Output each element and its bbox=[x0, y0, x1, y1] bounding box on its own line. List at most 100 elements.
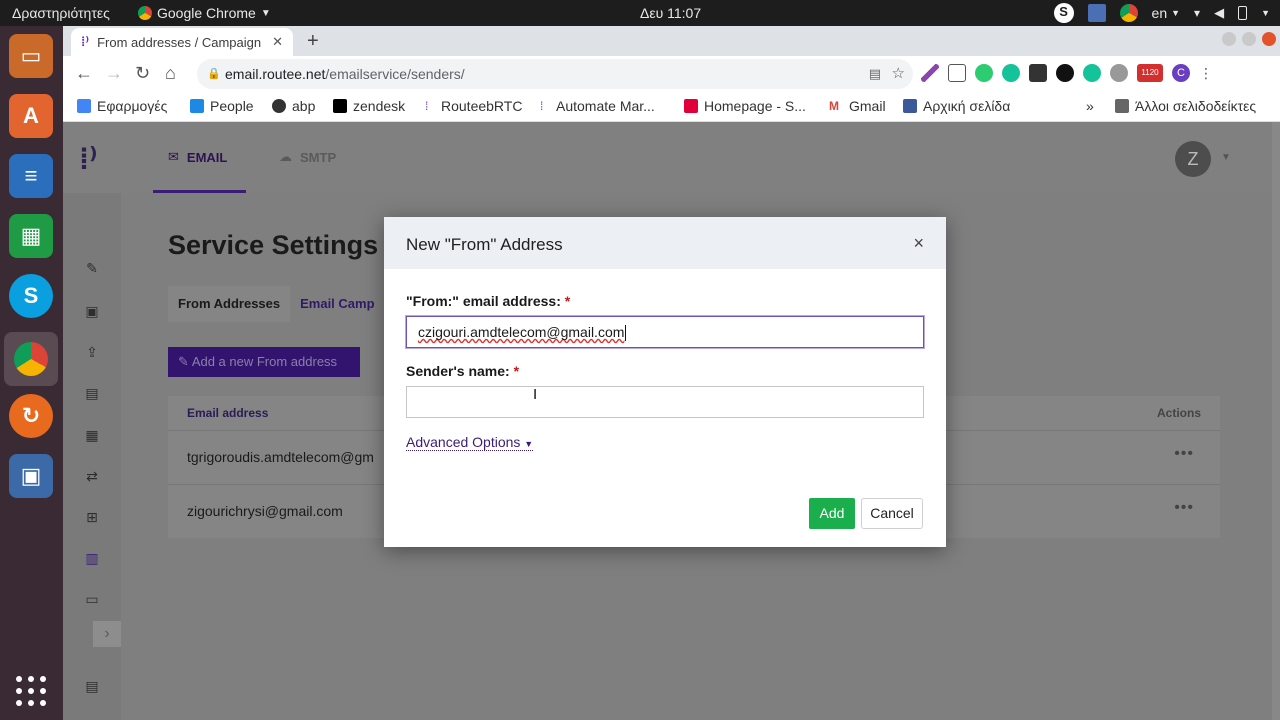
mail-extension-icon[interactable] bbox=[948, 64, 966, 82]
bookmark-item[interactable]: ⁞ Automate Mar... bbox=[540, 98, 655, 114]
nav-smtp[interactable]: ☁ SMTP bbox=[279, 149, 336, 165]
back-icon[interactable]: ← bbox=[75, 63, 93, 84]
software-center-icon[interactable]: A bbox=[9, 94, 53, 138]
add-box-icon[interactable]: ⊞ bbox=[83, 509, 101, 527]
text-cursor bbox=[625, 325, 627, 342]
lock-icon[interactable]: 🔒 bbox=[207, 59, 221, 89]
bookmark-item[interactable]: Εφαρμογές bbox=[77, 98, 167, 114]
profile-avatar[interactable]: C bbox=[1172, 64, 1190, 82]
automation-icon[interactable]: ⇄ bbox=[83, 468, 101, 486]
upload-icon[interactable]: ⇪ bbox=[83, 344, 101, 362]
expand-sidebar-button[interactable]: › bbox=[93, 621, 121, 647]
column-email: Email address bbox=[187, 406, 269, 420]
from-email-field[interactable]: czigouri.amdtelecom@gmail.com bbox=[406, 316, 924, 348]
advanced-options-label: Advanced Options bbox=[406, 434, 521, 450]
skype-tray-icon[interactable]: S bbox=[1053, 3, 1074, 23]
badge-extension-icon[interactable]: 1120 bbox=[1137, 64, 1163, 82]
nav-email-label: EMAIL bbox=[186, 149, 228, 165]
chrome-app-icon[interactable] bbox=[4, 332, 58, 386]
bookmark-item[interactable]: M Gmail bbox=[829, 98, 886, 114]
chevron-down-icon[interactable]: ▼ bbox=[1261, 8, 1270, 18]
sender-name-label: Sender's name: * bbox=[406, 363, 519, 379]
translate-icon[interactable]: ▤ bbox=[869, 59, 881, 89]
sender-email: zigourichrysi@gmail.com bbox=[187, 503, 343, 519]
cancel-button[interactable]: Cancel bbox=[861, 498, 923, 529]
lt-extension-icon[interactable] bbox=[1029, 64, 1047, 82]
home-icon[interactable]: ⌂ bbox=[165, 63, 176, 84]
nav-email[interactable]: ✉ EMAIL bbox=[168, 149, 227, 165]
wallet-icon[interactable]: ▭ bbox=[83, 591, 101, 609]
forward-icon[interactable]: → bbox=[105, 63, 123, 84]
grammarly-alt-icon[interactable] bbox=[1083, 64, 1101, 82]
close-icon[interactable]: × bbox=[913, 233, 924, 254]
routee-logo[interactable]: ⁞⁾ bbox=[79, 142, 98, 177]
calendar-icon[interactable]: ▦ bbox=[83, 427, 101, 445]
chrome-tray-icon[interactable] bbox=[1119, 4, 1138, 22]
browser-tab[interactable]: ⁞⁾ From addresses / Campaign ✕ bbox=[71, 28, 293, 56]
bookmark-item[interactable]: abp bbox=[272, 98, 315, 114]
close-window-button[interactable] bbox=[1262, 32, 1276, 46]
update-app-icon[interactable]: ↻ bbox=[9, 394, 53, 438]
chevron-down-icon[interactable]: ▼ bbox=[1221, 152, 1231, 163]
app-menu[interactable]: Google Chrome ▼ bbox=[138, 5, 271, 21]
row-actions-button[interactable]: ••• bbox=[1174, 499, 1194, 517]
add-button[interactable]: Add bbox=[809, 498, 855, 529]
files-app-icon[interactable]: ▭ bbox=[9, 34, 53, 78]
wifi-icon[interactable]: ▾ bbox=[1194, 6, 1200, 20]
bookmark-item[interactable]: People bbox=[190, 98, 254, 114]
add-from-address-button[interactable]: ✎ Add a new From address bbox=[168, 347, 360, 377]
sender-email: tgrigoroudis.amdtelecom@gm bbox=[187, 449, 374, 465]
bookmark-item[interactable]: Αρχική σελίδα bbox=[903, 98, 1010, 114]
tab-from-addresses[interactable]: From Addresses bbox=[168, 286, 291, 322]
reload-icon[interactable]: ↻ bbox=[135, 63, 150, 84]
bookmark-label: People bbox=[210, 98, 254, 114]
gmail-icon: M bbox=[829, 99, 843, 113]
more-bookmarks-button[interactable]: » bbox=[1086, 98, 1094, 114]
settings-icon[interactable]: ▥ bbox=[83, 550, 101, 568]
minimize-button[interactable] bbox=[1222, 32, 1236, 46]
contacts-icon[interactable]: ▣ bbox=[83, 303, 101, 321]
address-bar[interactable]: 🔒 email.routee.net/emailservice/senders/… bbox=[197, 59, 913, 89]
system-tray: S en ▼ ▾ ◀ ▼ bbox=[1053, 3, 1270, 23]
w-extension-icon[interactable] bbox=[1056, 64, 1074, 82]
app-menu-label: Google Chrome bbox=[157, 5, 256, 21]
grammarly-icon[interactable] bbox=[1002, 64, 1020, 82]
calc-app-icon[interactable]: ▦ bbox=[9, 214, 53, 258]
maximize-button[interactable] bbox=[1242, 32, 1256, 46]
bookmark-label: abp bbox=[292, 98, 316, 114]
battery-icon[interactable] bbox=[1238, 6, 1248, 20]
screenshot-app-icon[interactable]: ▣ bbox=[9, 454, 53, 498]
edit-icon[interactable]: ✎ bbox=[83, 260, 101, 278]
row-actions-button[interactable]: ••• bbox=[1174, 445, 1194, 463]
close-tab-icon[interactable]: ✕ bbox=[272, 34, 283, 50]
skype-app-icon[interactable]: S bbox=[9, 274, 53, 318]
tab-email-campaign[interactable]: Email Camp bbox=[290, 286, 384, 322]
activities-button[interactable]: Δραστηριότητες bbox=[12, 5, 110, 21]
circle-extension-icon[interactable] bbox=[1110, 64, 1128, 82]
check-extension-icon[interactable] bbox=[975, 64, 993, 82]
pen-extension-icon[interactable] bbox=[921, 64, 939, 82]
homepage-icon bbox=[684, 99, 698, 113]
clock[interactable]: Δευ 11:07 bbox=[640, 5, 701, 21]
language-indicator[interactable]: en bbox=[1152, 5, 1168, 21]
sender-name-field[interactable] bbox=[406, 386, 924, 418]
menu-icon[interactable]: ⋮ bbox=[1199, 64, 1213, 82]
bookmark-item[interactable]: ⁞ RouteebRTC bbox=[425, 98, 522, 114]
bookmark-star-icon[interactable]: ☆ bbox=[892, 59, 905, 89]
advanced-options-toggle[interactable]: Advanced Options ▼ bbox=[406, 434, 534, 451]
briefcase-icon[interactable]: ▤ bbox=[83, 678, 101, 696]
volume-icon[interactable]: ◀ bbox=[1214, 5, 1224, 21]
page-scrollbar[interactable] bbox=[1272, 122, 1280, 720]
screenshot-tray-icon[interactable] bbox=[1087, 4, 1106, 22]
user-avatar[interactable]: Z bbox=[1175, 141, 1211, 177]
bookmark-item[interactable]: Homepage - S... bbox=[684, 98, 806, 114]
new-tab-button[interactable]: + bbox=[307, 30, 319, 53]
writer-app-icon[interactable]: ≡ bbox=[9, 154, 53, 198]
other-bookmarks[interactable]: Άλλοι σελιδοδείκτες bbox=[1115, 98, 1256, 114]
zendesk-icon bbox=[333, 99, 347, 113]
show-applications-icon[interactable] bbox=[16, 676, 46, 706]
add-from-address-label: Add a new From address bbox=[191, 354, 338, 369]
system-top-bar: Δραστηριότητες Google Chrome ▼ Δευ 11:07… bbox=[0, 0, 1280, 26]
template-icon[interactable]: ▤ bbox=[83, 385, 101, 403]
bookmark-item[interactable]: zendesk bbox=[333, 98, 405, 114]
